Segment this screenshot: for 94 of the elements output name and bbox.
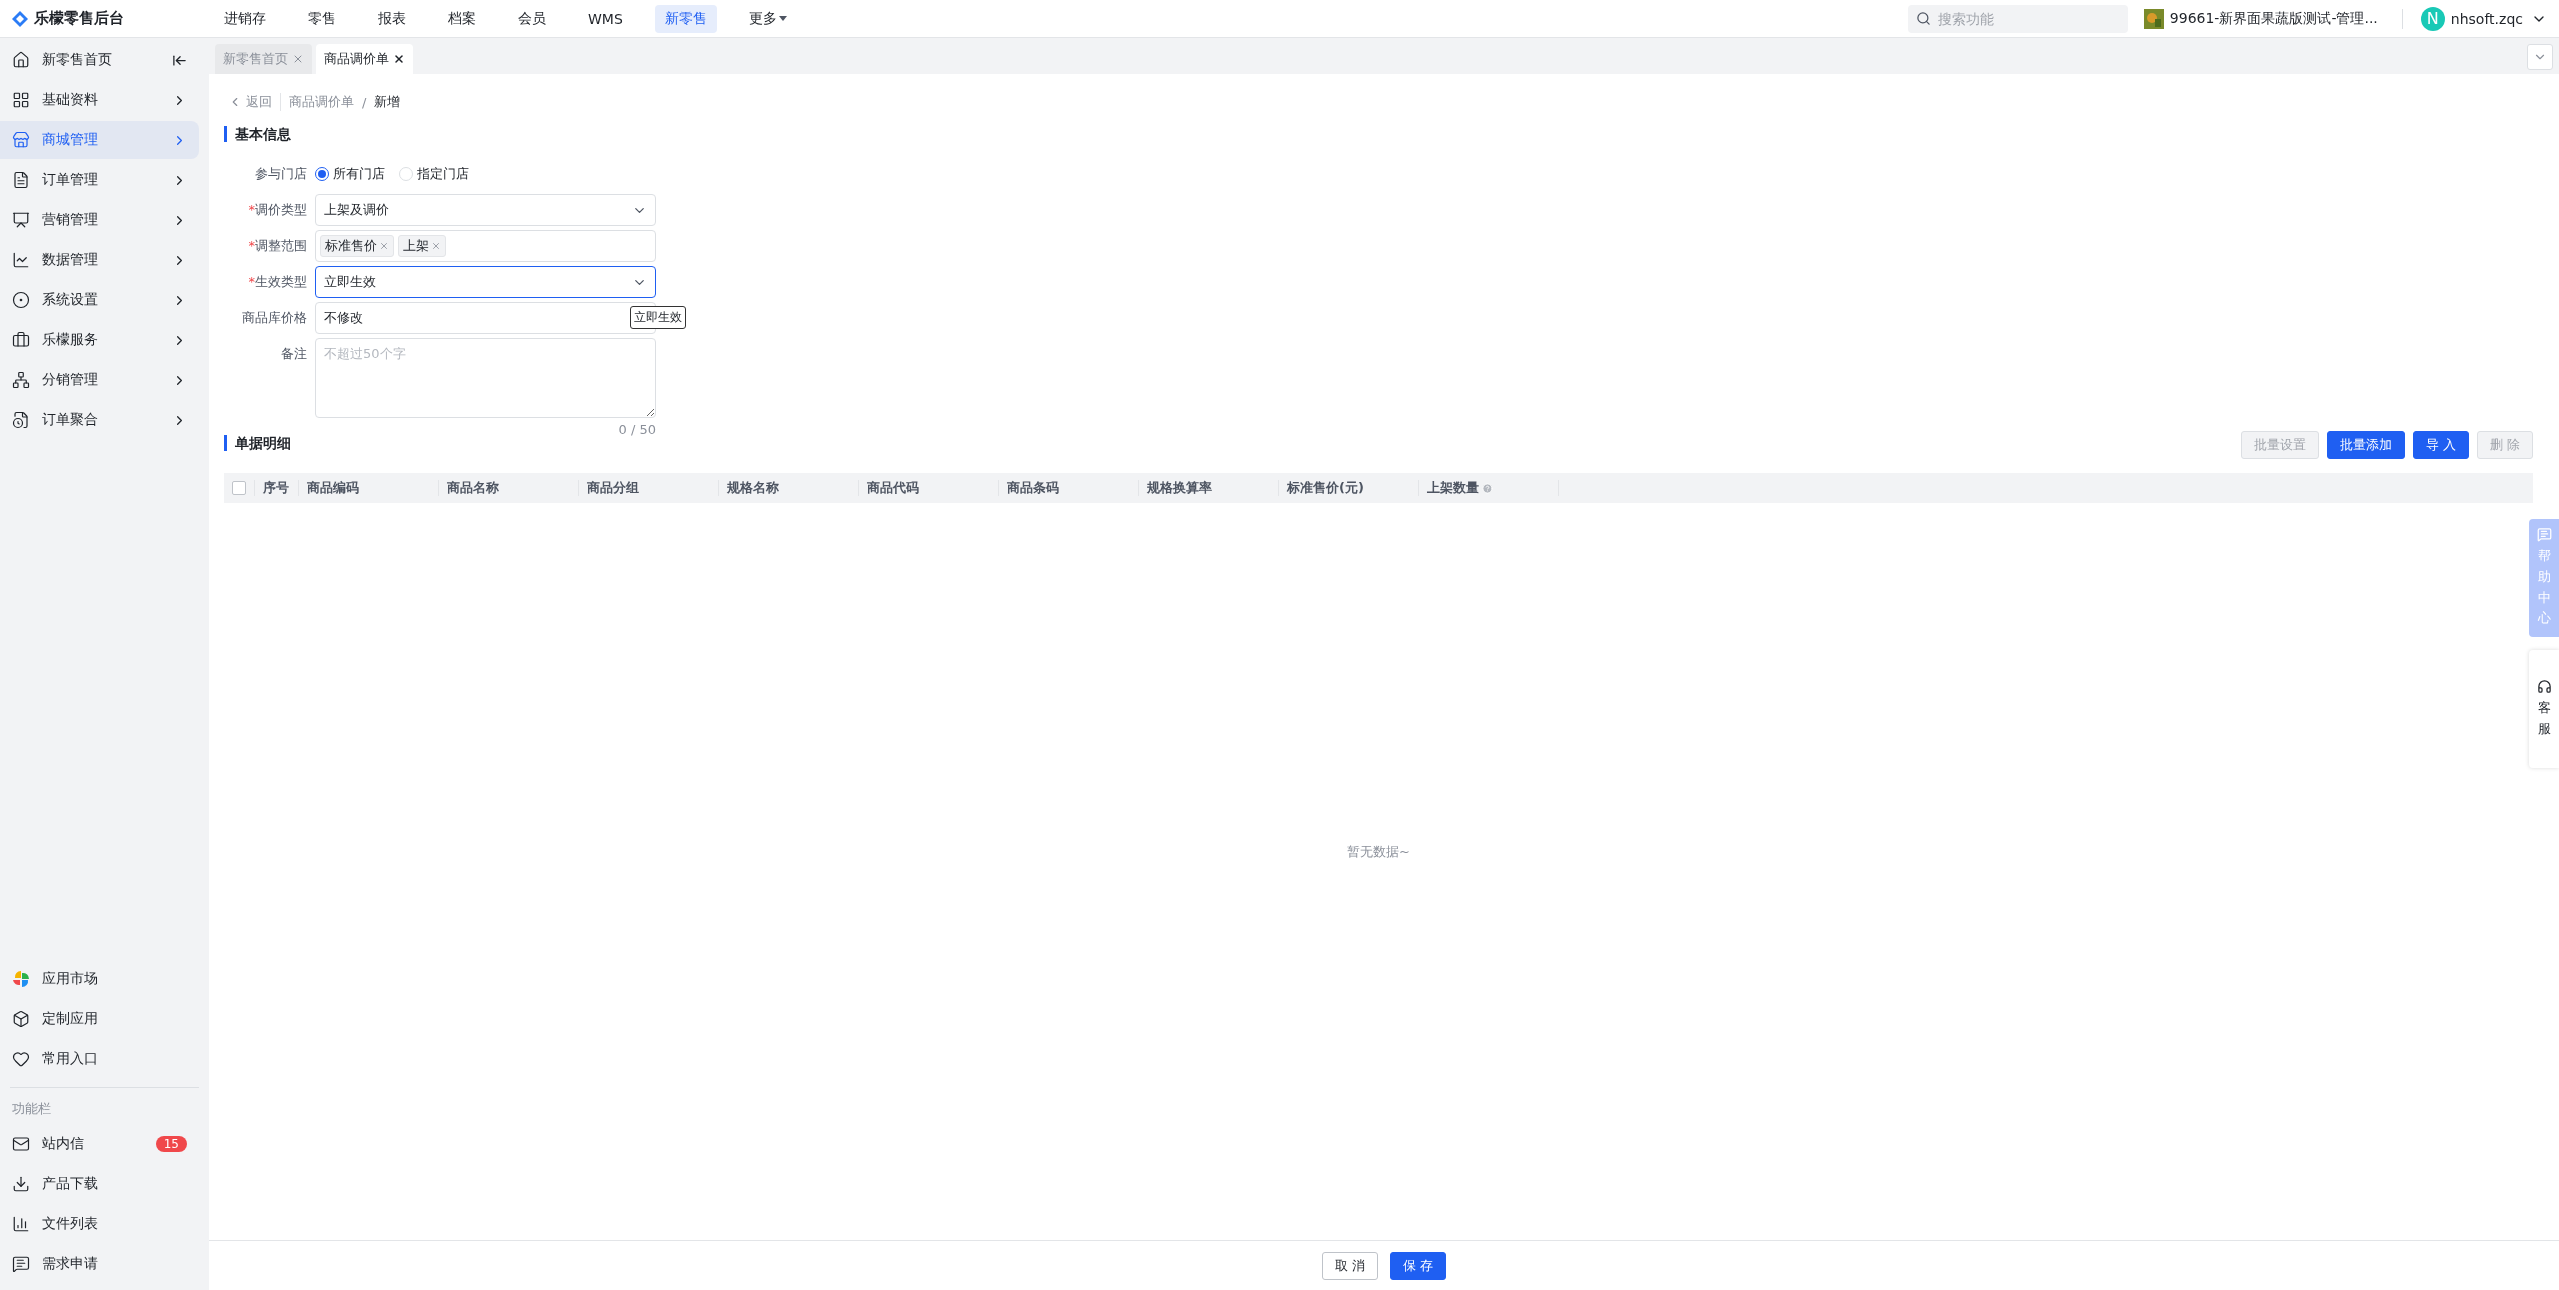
field-label: *调价类型 [247,201,307,219]
column-header: 标准售价(元) [1278,480,1418,496]
close-icon[interactable] [393,53,405,65]
side-dock-button[interactable]: 客服 [2529,650,2559,768]
sidebar-item[interactable]: 商城管理 [0,121,199,159]
pinwheel-icon [12,970,30,988]
sidebar-item[interactable]: 分销管理 [0,361,199,399]
store-thumbnail-icon [2143,8,2164,29]
tooltip: 立即生效 [630,306,686,329]
footer-button[interactable]: 保 存 [1390,1251,1447,1280]
sidebar-item[interactable]: 订单管理 [0,161,199,199]
column-header: 规格换算率 [1138,480,1278,496]
field-label: 备注 [280,345,307,363]
network-icon [12,371,30,389]
help-icon[interactable] [1482,482,1493,494]
sidebar-item[interactable]: 文件列表 [0,1205,199,1243]
tag: 标准售价 [320,235,394,257]
section-label: 功能栏 [11,1100,52,1118]
user-name[interactable]: nhsoft.zqc [2450,10,2523,27]
select-all-checkbox[interactable] [232,481,246,495]
caret-icon [778,15,787,22]
sidebar-item[interactable]: 应用市场 [0,960,199,998]
radio-option[interactable]: 所有门店 [315,165,385,183]
column-header: 商品编码 [298,480,438,496]
breadcrumb-separator: / [362,94,367,110]
column-header: 商品条码 [998,480,1138,496]
tabs-menu-button[interactable] [2527,44,2553,70]
breadcrumb-item: 新增 [374,93,401,111]
bar-chart-icon [12,1215,30,1233]
nav-tab[interactable]: 更多 [738,4,797,33]
sidebar-item[interactable]: 基础资料 [0,81,199,119]
select-field[interactable]: 立即生效 [315,266,656,298]
column-header: 序号 [254,480,298,496]
field-label: *调整范围 [247,237,307,255]
sidebar-item[interactable]: 订单聚合 [0,401,199,439]
sidebar-item[interactable]: 新零售首页 [0,41,199,79]
line-chart-icon [12,251,30,269]
remark-field[interactable]: 不超过50个字 [315,338,656,418]
char-counter: 0 / 50 [617,422,656,437]
column-header: 商品分组 [578,480,718,496]
document-icon [12,171,30,189]
nav-tab[interactable]: 报表 [368,4,416,33]
count-badge: 15 [155,1136,187,1152]
heart-icon [12,1050,30,1068]
nav-tab[interactable]: 档案 [438,4,486,33]
section-title: 基本信息 [224,126,2533,142]
toolbar-button[interactable]: 批量添加 [2326,431,2405,459]
target-icon [12,291,30,309]
page-tab[interactable]: 商品调价单 [316,44,413,74]
briefcase-icon [12,331,30,349]
sidebar-item[interactable]: 产品下载 [0,1165,199,1203]
section-title: 单据明细 [224,435,291,451]
app-logo: 乐檬零售后台 [34,9,124,28]
column-header: 商品代码 [858,480,998,496]
sidebar-item[interactable]: 定制应用 [0,1000,199,1038]
store-name[interactable]: 99661-新界面果蔬版测试-管理... [2169,9,2378,28]
logo-icon [12,10,28,27]
chat-icon [2536,527,2552,542]
sidebar-item[interactable]: 系统设置 [0,281,199,319]
sidebar-item[interactable]: 营销管理 [0,201,199,239]
sidebar-item[interactable]: 站内信 15 [0,1125,199,1163]
sidebar-item[interactable]: 常用入口 [0,1040,199,1078]
field-label: *生效类型 [247,273,307,291]
home-icon [12,51,30,69]
column-header: 商品名称 [438,480,578,496]
nav-tab[interactable]: 会员 [508,4,556,33]
mail-icon [12,1135,30,1153]
empty-message: 暂无数据~ [1347,842,1410,861]
tag: 上架 [398,235,446,257]
field-label: 商品库价格 [241,309,307,327]
nav-tab[interactable]: 新零售 [654,4,717,33]
nav-tab[interactable]: 进销存 [214,4,276,33]
column-header: 规格名称 [718,480,858,496]
headset-icon [2536,678,2552,694]
footer-button[interactable]: 取 消 [1321,1251,1378,1280]
cube-icon [12,1010,30,1028]
radio-option[interactable]: 指定门店 [399,165,469,183]
chat-icon [12,1255,30,1273]
sidebar-item[interactable]: 需求申请 [0,1245,199,1283]
column-header: 上架数量 [1418,480,1558,496]
download-icon [12,1175,30,1193]
nav-tab[interactable]: 零售 [298,4,346,33]
presentation-icon [12,211,30,229]
nav-tab[interactable]: WMS [578,5,633,32]
toolbar-button[interactable]: 导 入 [2412,431,2469,459]
sidebar-item[interactable]: 数据管理 [0,241,199,279]
storefront-icon [12,131,30,149]
select-field[interactable]: 上架及调价 [315,194,656,226]
grid-icon [12,91,30,109]
back-link[interactable]: 返回 [228,93,281,111]
search-field[interactable]: 搜索功能 [1907,4,2128,33]
file-clock-icon [12,411,30,429]
sidebar-item[interactable]: 乐檬服务 [0,321,199,359]
field-label: 参与门店 [254,165,307,183]
